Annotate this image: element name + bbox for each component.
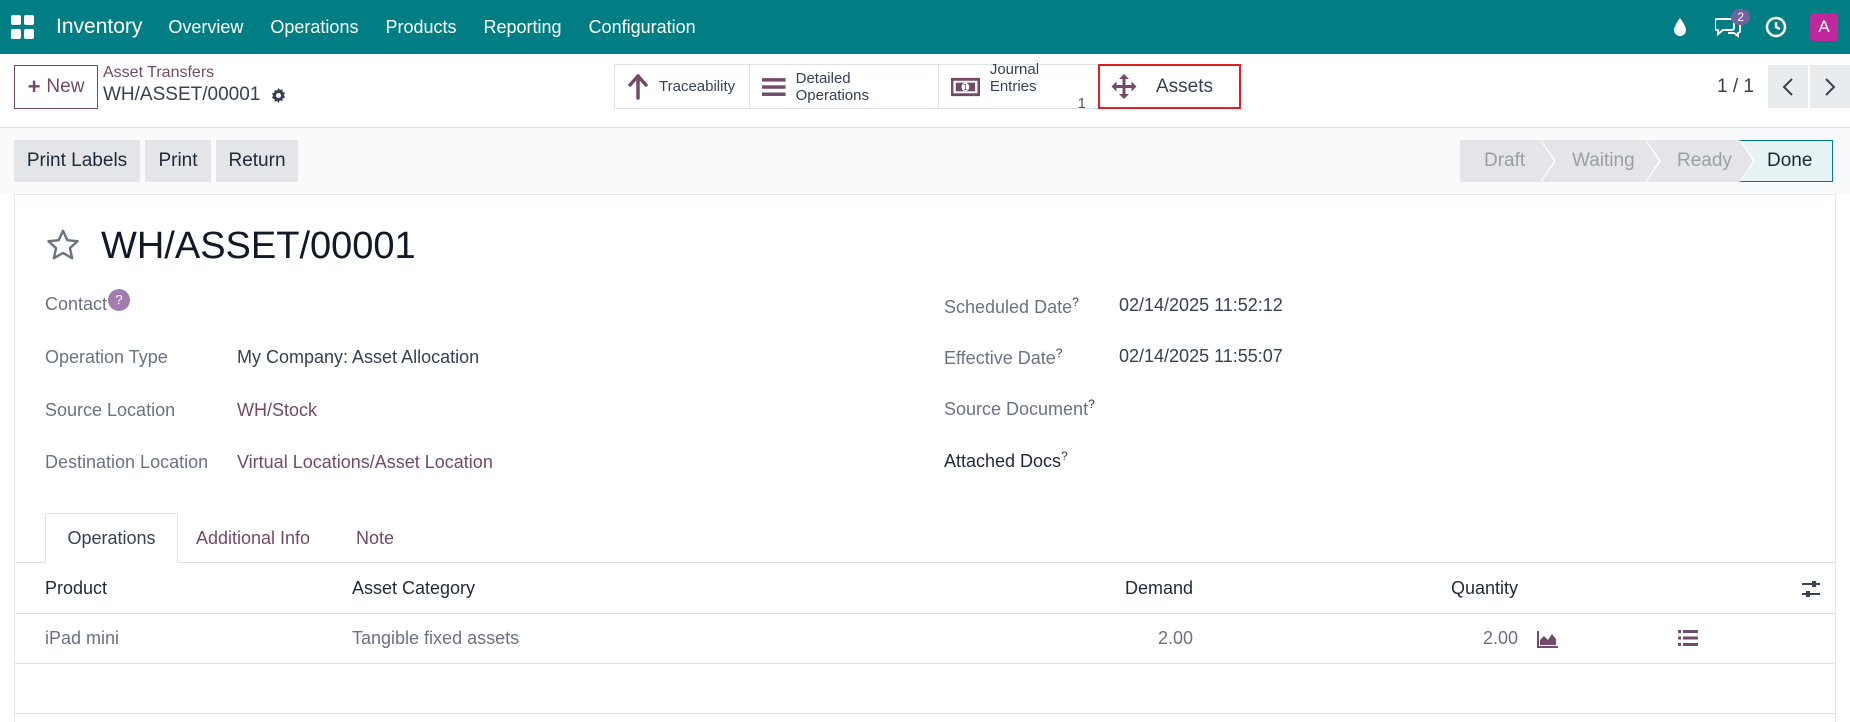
stage-draft-label: Draft — [1484, 150, 1526, 171]
source-document-label-text: Source Document — [944, 399, 1089, 419]
help-mark[interactable]: ? — [1088, 397, 1095, 411]
arrow-up-icon — [628, 73, 648, 100]
tab-additional-info[interactable]: Additional Info — [183, 513, 323, 563]
menu-reporting[interactable]: Reporting — [484, 17, 562, 38]
record-title: WH/ASSET/00001 — [101, 225, 416, 267]
assets-label: Assets — [1156, 75, 1214, 97]
column-product[interactable]: Product — [45, 578, 107, 599]
contact-field[interactable] — [237, 289, 737, 315]
detailed-operations-button[interactable]: Detailed Operations — [749, 64, 939, 109]
return-button[interactable]: Return — [216, 140, 298, 182]
effective-date-label: Effective Date? — [944, 346, 1062, 369]
stage-waiting-label: Waiting — [1572, 150, 1635, 171]
stage-done-label: Done — [1767, 150, 1813, 171]
tab-note[interactable]: Note — [345, 513, 405, 563]
attached-docs-label-text: Attached Docs — [944, 451, 1062, 471]
chevron-right-icon — [1825, 77, 1836, 96]
star-icon[interactable] — [45, 227, 81, 263]
cell-quantity[interactable]: 2.00 — [1315, 628, 1518, 649]
scheduled-date-label-text: Scheduled Date — [944, 297, 1073, 317]
pager-value[interactable]: 1 / 1 — [1717, 76, 1754, 98]
navbar-systray: 2 A — [1666, 0, 1850, 54]
plus-icon: + — [27, 74, 41, 99]
print-labels-button[interactable]: Print Labels — [14, 140, 140, 182]
menu-overview[interactable]: Overview — [168, 17, 243, 38]
contact-label-text: Contact — [45, 294, 108, 314]
column-asset-category[interactable]: Asset Category — [352, 578, 475, 599]
detailed-list-icon[interactable] — [1678, 629, 1698, 647]
print-button[interactable]: Print — [145, 140, 211, 182]
clock-icon[interactable] — [1762, 13, 1790, 41]
move-arrows-icon — [1111, 73, 1137, 99]
smart-buttons: Traceability Detailed Operations 1 Journ… — [614, 61, 1241, 112]
action-bar: Print Labels Print Return Draft Waiting … — [0, 128, 1850, 194]
help-mark[interactable]: ? — [1056, 346, 1063, 360]
stage-ready-label: Ready — [1677, 150, 1732, 171]
help-mark[interactable]: ? — [1072, 295, 1079, 309]
operation-type-field[interactable]: My Company: Asset Allocation — [237, 347, 479, 368]
gear-icon[interactable] — [270, 87, 287, 104]
scheduled-date-label: Scheduled Date? — [944, 295, 1079, 318]
new-button[interactable]: + New — [14, 65, 98, 109]
chevron-left-icon — [1782, 77, 1793, 96]
tab-operations[interactable]: Operations — [45, 513, 178, 564]
cell-product[interactable]: iPad mini — [45, 628, 119, 649]
destination-location-field[interactable]: Virtual Locations/Asset Location — [237, 452, 493, 473]
cell-demand[interactable]: 2.00 — [1015, 628, 1193, 649]
destination-location-label: Destination Location — [45, 452, 209, 472]
journal-entries-label: Journal Entries — [989, 61, 1040, 95]
menu-operations[interactable]: Operations — [270, 17, 358, 38]
effective-date-field: 02/14/2025 11:55:07 — [1119, 346, 1283, 366]
assets-button[interactable]: Assets — [1098, 64, 1241, 109]
journal-entries-count: 1 — [1077, 95, 1086, 112]
avatar[interactable]: A — [1810, 13, 1838, 41]
status-bar: Draft Waiting Ready Done — [1460, 140, 1833, 182]
column-quantity[interactable]: Quantity — [1315, 578, 1518, 599]
new-button-label: New — [46, 76, 85, 97]
list-bars-icon — [762, 77, 786, 96]
form-sheet: WH/ASSET/00001 Contact? Operation Type M… — [14, 194, 1836, 722]
effective-date-label-text: Effective Date — [944, 348, 1056, 368]
money-bill-icon: 1 — [951, 77, 980, 96]
journal-entries-button[interactable]: 1 Journal Entries 1 — [938, 61, 1099, 112]
operation-type-label: Operation Type — [45, 347, 168, 367]
column-settings-icon[interactable] — [1801, 579, 1821, 599]
record-name-text: WH/ASSET/00001 — [103, 84, 261, 105]
droplet-icon[interactable] — [1666, 13, 1694, 41]
attached-docs-label: Attached Docs? — [944, 449, 1068, 472]
table-row-divider — [15, 713, 1835, 714]
top-navbar: Inventory Overview Operations Products R… — [0, 0, 1850, 54]
chat-icon[interactable]: 2 — [1714, 9, 1750, 41]
cell-asset-category[interactable]: Tangible fixed assets — [352, 628, 519, 649]
notebook-tabs: Operations Additional Info Note — [15, 513, 1835, 564]
source-location-label: Source Location — [45, 400, 176, 420]
source-document-field[interactable] — [1119, 395, 1719, 421]
breadcrumb[interactable]: Asset Transfers — [103, 64, 214, 82]
control-panel: + New Asset Transfers WH/ASSET/00001 Trac… — [0, 54, 1850, 128]
pager-previous-button[interactable] — [1768, 65, 1808, 108]
table-row-divider — [15, 663, 1835, 664]
app-name[interactable]: Inventory — [56, 15, 142, 39]
column-demand[interactable]: Demand — [1015, 578, 1193, 599]
source-location-field[interactable]: WH/Stock — [237, 400, 317, 421]
svg-text:1: 1 — [963, 82, 968, 91]
help-icon[interactable]: ? — [108, 289, 131, 311]
apps-grid-icon[interactable] — [11, 15, 35, 39]
traceability-label: Traceability — [659, 78, 736, 95]
source-document-label: Source Document? — [944, 397, 1095, 420]
help-mark[interactable]: ? — [1061, 449, 1068, 463]
table-header-divider — [15, 613, 1835, 614]
detailed-operations-label: Detailed Operations — [795, 69, 869, 104]
record-name: WH/ASSET/00001 — [103, 84, 287, 106]
pager: 1 / 1 — [1717, 64, 1850, 109]
traceability-button[interactable]: Traceability — [614, 64, 750, 109]
messages-badge: 2 — [1731, 9, 1750, 25]
forecast-chart-icon[interactable] — [1537, 630, 1559, 648]
menu-products[interactable]: Products — [385, 17, 456, 38]
scheduled-date-field[interactable]: 02/14/2025 11:52:12 — [1119, 295, 1283, 316]
stage-draft[interactable]: Draft — [1460, 140, 1556, 182]
pager-next-button[interactable] — [1810, 65, 1850, 108]
contact-label: Contact? — [45, 289, 131, 315]
menu-configuration[interactable]: Configuration — [589, 17, 696, 38]
